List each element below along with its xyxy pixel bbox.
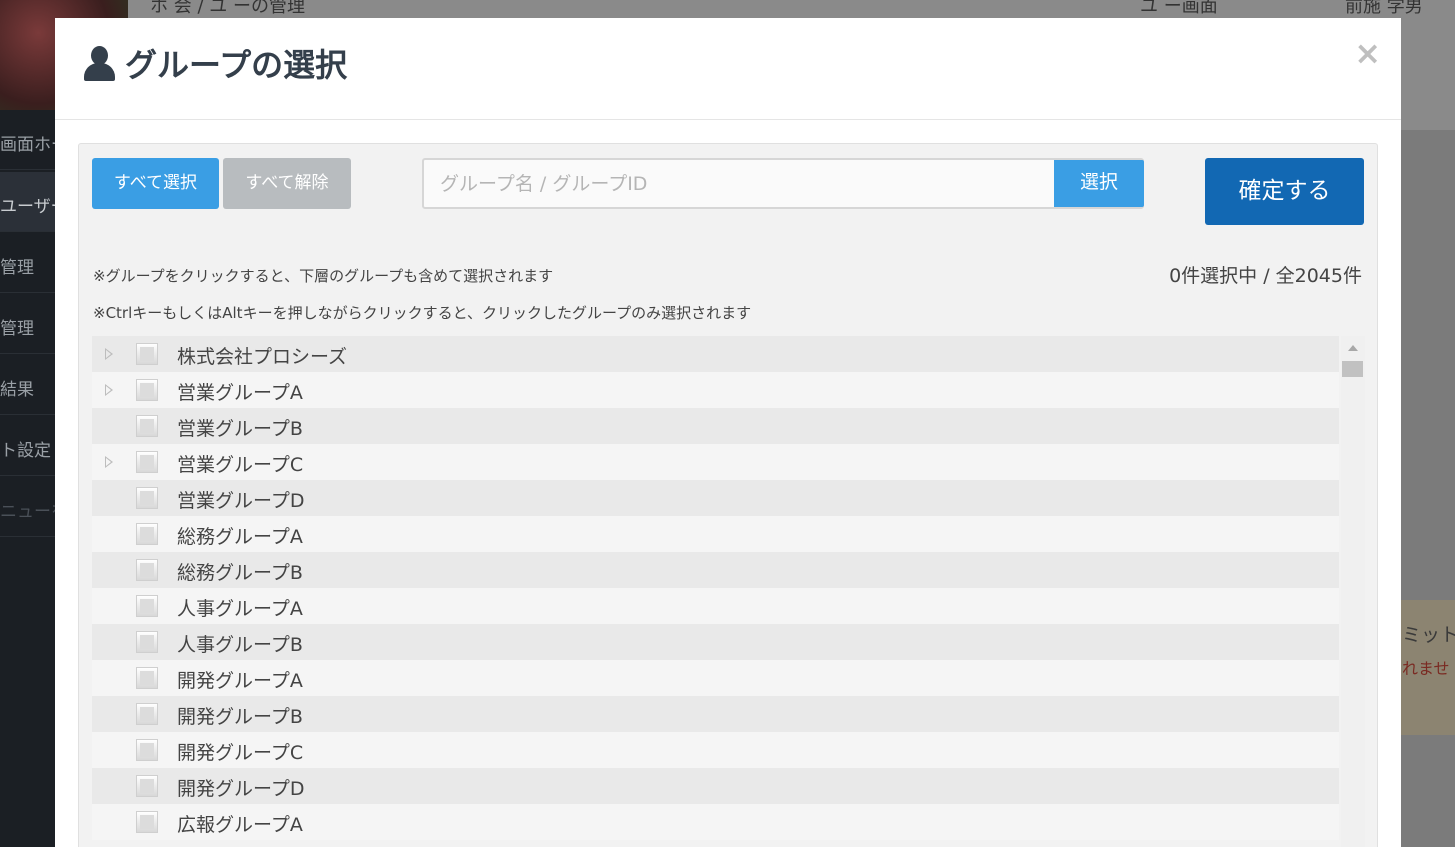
group-checkbox[interactable] bbox=[136, 523, 158, 545]
group-checkbox[interactable] bbox=[136, 343, 158, 365]
tree-scrollbar[interactable] bbox=[1341, 336, 1365, 847]
group-label[interactable]: 人事グループB bbox=[177, 630, 303, 657]
expand-arrow-icon[interactable] bbox=[105, 384, 113, 396]
group-label[interactable]: 開発グループC bbox=[177, 738, 303, 765]
group-checkbox[interactable] bbox=[136, 451, 158, 473]
background-alert: ミット れませ bbox=[1400, 600, 1455, 735]
tree-row[interactable]: 開発グループB bbox=[92, 696, 1339, 732]
tree-row[interactable]: 人事グループA bbox=[92, 588, 1339, 624]
tree-row[interactable]: 営業グループA bbox=[92, 372, 1339, 408]
scroll-up-arrow-icon[interactable] bbox=[1348, 345, 1358, 351]
tree-row[interactable]: 開発グループD bbox=[92, 768, 1339, 804]
tree-row[interactable]: 営業グループB bbox=[92, 408, 1339, 444]
close-button[interactable]: × bbox=[1354, 34, 1381, 72]
sidebar-item-settings: ト設定 bbox=[0, 416, 56, 476]
group-label[interactable]: 人事グループA bbox=[177, 594, 303, 621]
background-content bbox=[1400, 130, 1455, 847]
tree-row[interactable]: 開発グループA bbox=[92, 660, 1339, 696]
group-checkbox[interactable] bbox=[136, 703, 158, 725]
group-label[interactable]: 総務グループA bbox=[177, 522, 303, 549]
tree-row[interactable]: 広報グループA bbox=[92, 804, 1339, 840]
tree-row[interactable]: 人事グループB bbox=[92, 624, 1339, 660]
sidebar-item-menu: ニューを bbox=[0, 477, 56, 537]
help-note-cascade: ※グループをクリックすると、下層のグループも含めて選択されます bbox=[93, 267, 554, 285]
select-all-button[interactable]: すべて選択 bbox=[92, 158, 219, 209]
selection-count: 0件選択中 / 全2045件 bbox=[1169, 265, 1362, 287]
background-alert-line1: ミット bbox=[1402, 624, 1455, 646]
clear-all-button[interactable]: すべて解除 bbox=[223, 158, 351, 209]
group-label[interactable]: 開発グループA bbox=[177, 666, 303, 693]
group-label[interactable]: 開発グループB bbox=[177, 702, 303, 729]
tree-row[interactable]: 株式会社プロシーズ bbox=[92, 336, 1339, 372]
user-icon bbox=[81, 44, 121, 82]
scroll-thumb[interactable] bbox=[1342, 361, 1363, 377]
group-search: 選択 bbox=[422, 158, 1144, 209]
group-checkbox[interactable] bbox=[136, 379, 158, 401]
group-label[interactable]: 株式会社プロシーズ bbox=[177, 342, 347, 369]
background-nav-user-screen: ユ ー画面 bbox=[1140, 0, 1218, 17]
group-tree: 株式会社プロシーズ 営業グループA 営業グループB 営業グループC 営業グループD 総務グ… bbox=[92, 336, 1339, 847]
sidebar-item-management-2: 管理 bbox=[0, 294, 56, 354]
group-label[interactable]: 広報グループA bbox=[177, 810, 303, 837]
tree-row[interactable]: 開発グループC bbox=[92, 732, 1339, 768]
group-checkbox[interactable] bbox=[136, 631, 158, 653]
tree-row[interactable]: 総務グループA bbox=[92, 516, 1339, 552]
tree-row[interactable]: 総務グループB bbox=[92, 552, 1339, 588]
background-breadcrumb: ホ 会 / ユ ーの管理 bbox=[150, 0, 305, 17]
sidebar-item-results: 結果 bbox=[0, 355, 56, 415]
group-label[interactable]: 開発グループD bbox=[177, 774, 305, 801]
group-checkbox[interactable] bbox=[136, 559, 158, 581]
confirm-button[interactable]: 確定する bbox=[1205, 158, 1364, 225]
modal-title: グループの選択 bbox=[81, 40, 347, 86]
background-nav-username: 前施 学男 bbox=[1345, 0, 1423, 17]
help-note-ctrl-alt: ※CtrlキーもしくはAltキーを押しながらクリックすると、クリックしたグループ… bbox=[93, 304, 752, 322]
group-label[interactable]: 営業グループA bbox=[177, 378, 303, 405]
group-select-modal: グループの選択 × すべて選択 すべて解除 選択 確定する ※グループをクリック… bbox=[55, 18, 1401, 847]
group-checkbox[interactable] bbox=[136, 667, 158, 689]
expand-arrow-icon[interactable] bbox=[105, 348, 113, 360]
group-checkbox[interactable] bbox=[136, 811, 158, 833]
group-select-panel: すべて選択 すべて解除 選択 確定する ※グループをクリックすると、下層のグルー… bbox=[78, 143, 1378, 847]
sidebar-item-management-1: 管理 bbox=[0, 233, 56, 293]
modal-title-text: グループの選択 bbox=[125, 46, 348, 84]
tree-row[interactable]: 営業グループC bbox=[92, 444, 1339, 480]
tree-row[interactable]: 営業グループD bbox=[92, 480, 1339, 516]
group-search-input[interactable] bbox=[424, 160, 1054, 207]
group-label[interactable]: 営業グループD bbox=[177, 486, 305, 513]
group-checkbox[interactable] bbox=[136, 487, 158, 509]
group-checkbox[interactable] bbox=[136, 595, 158, 617]
background-alert-line2: れませ bbox=[1402, 659, 1450, 678]
modal-header: グループの選択 × bbox=[55, 18, 1401, 120]
group-label[interactable]: 総務グループB bbox=[177, 558, 303, 585]
group-label[interactable]: 営業グループC bbox=[177, 450, 303, 477]
sidebar-item-user-management: ユーザー管理 bbox=[0, 172, 56, 232]
expand-arrow-icon[interactable] bbox=[105, 456, 113, 468]
sidebar-item-home: 画面ホーム bbox=[0, 110, 56, 170]
group-checkbox[interactable] bbox=[136, 739, 158, 761]
group-label[interactable]: 営業グループB bbox=[177, 414, 303, 441]
background-sidebar: 画面ホーム ユーザー管理 管理 管理 結果 ト設定 ニューを bbox=[0, 110, 56, 847]
group-checkbox[interactable] bbox=[136, 775, 158, 797]
group-checkbox[interactable] bbox=[136, 415, 158, 437]
search-select-button[interactable]: 選択 bbox=[1054, 160, 1144, 207]
